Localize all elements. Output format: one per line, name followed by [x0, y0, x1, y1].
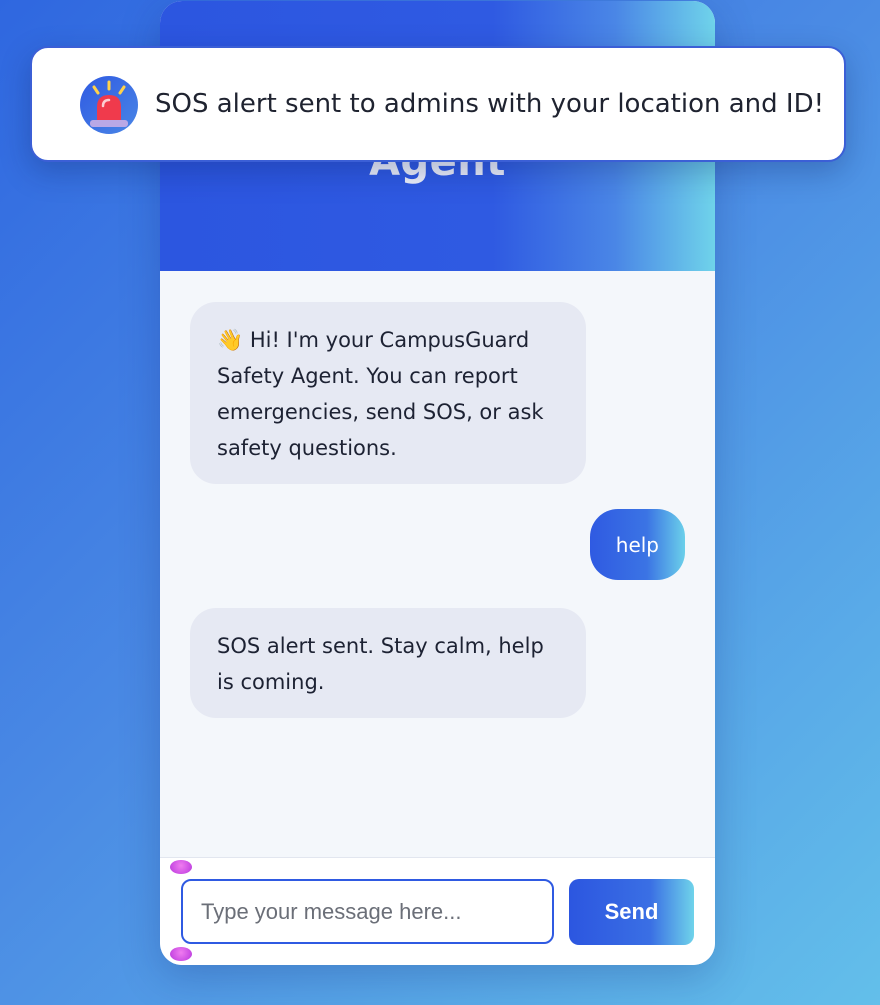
send-button[interactable]: Send: [569, 879, 694, 945]
bot-message: SOS alert sent. Stay calm, help is comin…: [190, 608, 586, 718]
message-input[interactable]: [181, 879, 554, 944]
message-composer: Send: [160, 857, 715, 965]
message-list[interactable]: 👋 Hi! I'm your CampusGuard Safety Agent.…: [160, 271, 715, 857]
bot-message: 👋 Hi! I'm your CampusGuard Safety Agent.…: [190, 302, 586, 484]
selection-handle-top[interactable]: [170, 860, 192, 874]
selection-handle-bottom[interactable]: [170, 947, 192, 961]
toast-message: SOS alert sent to admins with your locat…: [155, 89, 825, 119]
siren-icon: [80, 76, 138, 134]
user-message: help: [589, 509, 685, 580]
sos-toast-notification: SOS alert sent to admins with your locat…: [30, 46, 846, 162]
